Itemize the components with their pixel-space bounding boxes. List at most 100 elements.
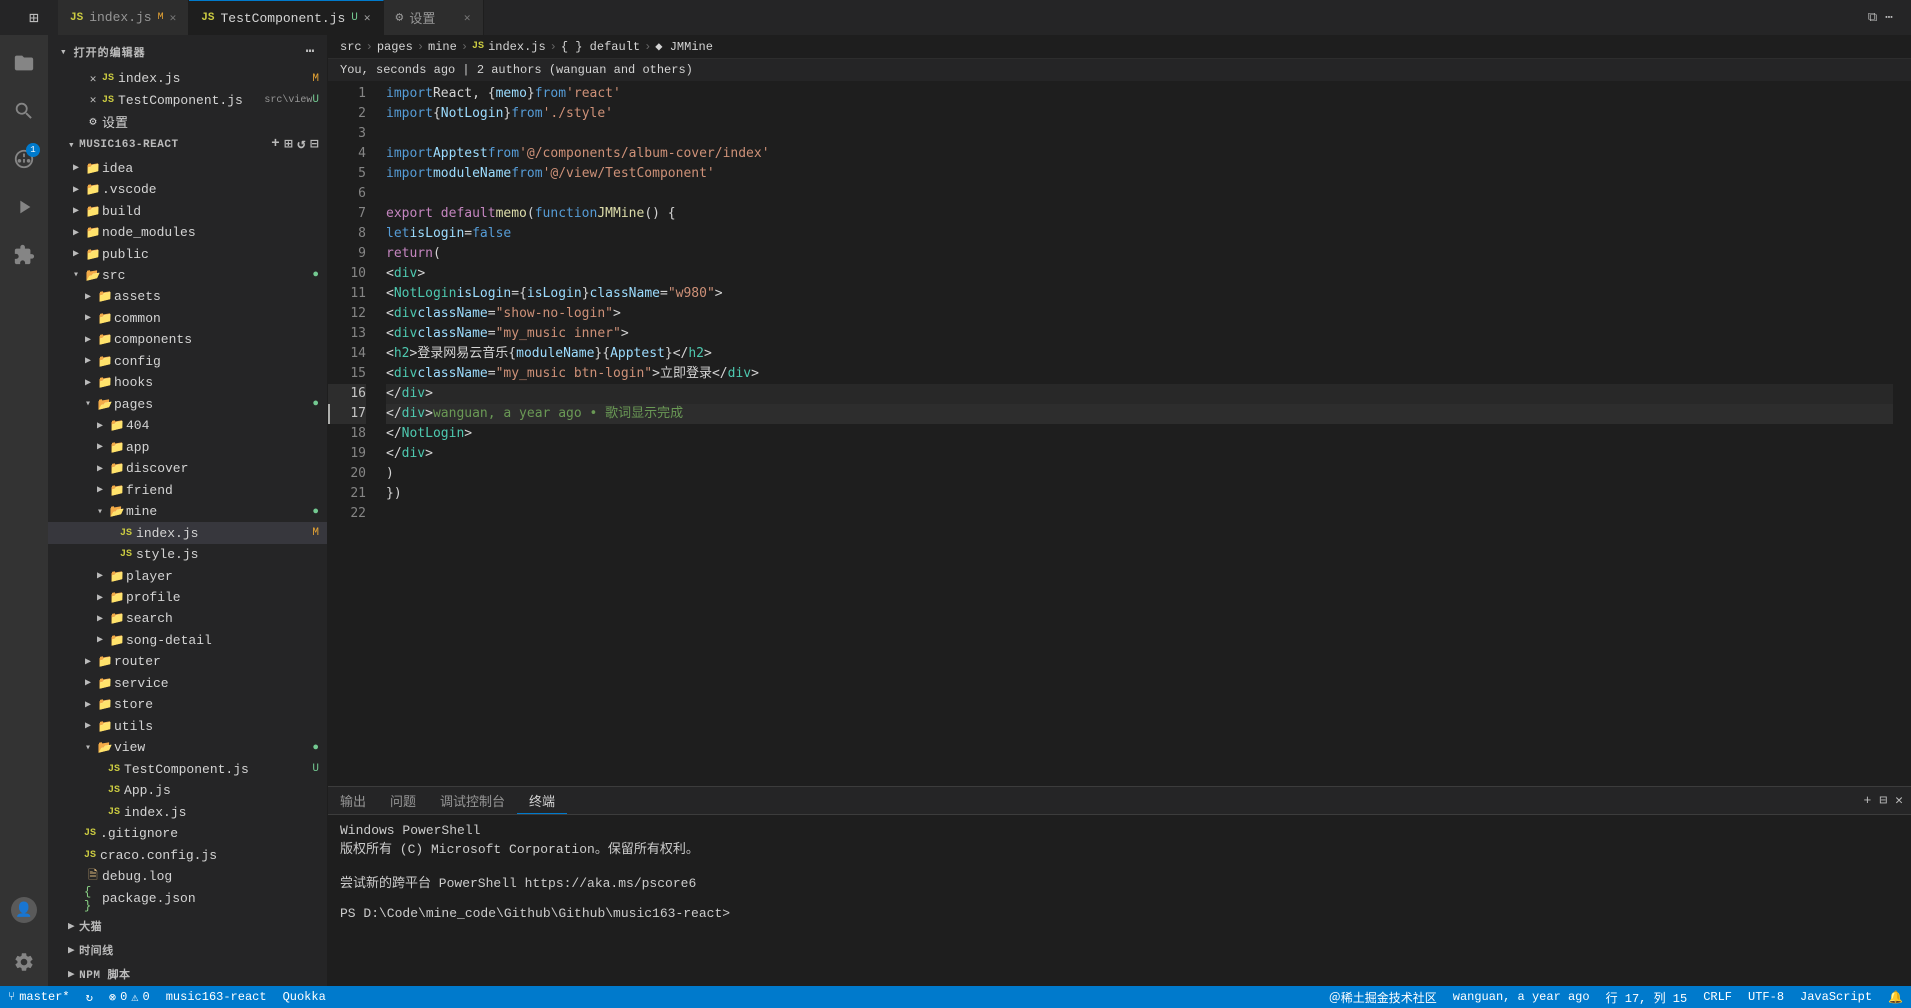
terminal-tab-debug[interactable]: 调试控制台 (428, 787, 517, 814)
project-root-header[interactable]: ▾ MUSIC163-REACT + ⊞ ↺ ⊟ (48, 132, 327, 157)
tree-item-assets[interactable]: ▶ 📁 assets (48, 286, 327, 307)
tree-item-song-detail[interactable]: ▶ 📁 song-detail (48, 630, 327, 651)
status-branch[interactable]: ⑂ master* (0, 986, 78, 1008)
breadcrumb-mine[interactable]: mine (428, 40, 457, 54)
tree-item-gitignore[interactable]: JS .gitignore (48, 823, 327, 844)
activity-run[interactable] (0, 183, 48, 231)
da-mao-header[interactable]: ▶ 大猫 (48, 914, 327, 938)
tree-item-store[interactable]: ▶ 📁 store (48, 694, 327, 715)
tree-item-mine-style[interactable]: JS style.js (48, 544, 327, 565)
warning-count: 0 (143, 990, 150, 1004)
tree-item-mine-index[interactable]: JS index.js M (48, 522, 327, 543)
tree-item-common[interactable]: ▶ 📁 common (48, 308, 327, 329)
tree-item-friend[interactable]: ▶ 📁 friend (48, 479, 327, 500)
tree-item-discover[interactable]: ▶ 📁 discover (48, 458, 327, 479)
tree-item-hooks[interactable]: ▶ 📁 hooks (48, 372, 327, 393)
tree-item-public[interactable]: ▶ 📁 public (48, 243, 327, 264)
more-actions-icon[interactable]: ⋯ (1885, 10, 1893, 25)
tree-item-build[interactable]: ▶ 📁 build (48, 200, 327, 221)
activity-explorer[interactable] (0, 39, 48, 87)
tree-item-src[interactable]: ▾ 📂 src ● (48, 265, 327, 286)
folder-icon-player: 📁 (108, 569, 126, 584)
folder-icon-idea: 📁 (84, 161, 102, 176)
status-errors[interactable]: ⊗ 0 ⚠ 0 (101, 986, 158, 1008)
tree-item-idea[interactable]: ▶ 📁 idea (48, 157, 327, 178)
tree-item-404[interactable]: ▶ 📁 404 (48, 415, 327, 436)
code-line-21: }) (386, 484, 1893, 504)
terminal-split-icon[interactable]: ⊟ (1879, 793, 1887, 808)
tree-item-mine[interactable]: ▾ 📂 mine ● (48, 501, 327, 522)
mine-dot-badge: ● (312, 506, 319, 518)
breadcrumb-default[interactable]: { } default (561, 40, 640, 54)
status-quokka[interactable]: Quokka (275, 986, 334, 1008)
tab-close-button-3[interactable]: ✕ (464, 11, 471, 25)
tab-close-button[interactable]: ✕ (170, 11, 177, 25)
new-file-icon[interactable]: + (271, 136, 280, 153)
tree-item-router[interactable]: ▶ 📁 router (48, 651, 327, 672)
npm-scripts-header[interactable]: ▶ NPM 脚本 (48, 962, 327, 986)
tree-item-node-modules[interactable]: ▶ 📁 node_modules (48, 222, 327, 243)
tab-index-js[interactable]: JS index.js M ✕ (58, 0, 189, 35)
terminal-tab-terminal[interactable]: 终端 (517, 787, 567, 814)
folder-icon-pages: 📂 (96, 397, 114, 412)
label-mine: mine (126, 504, 312, 519)
terminal-tab-output[interactable]: 输出 (328, 787, 378, 814)
tree-item-profile[interactable]: ▶ 📁 profile (48, 587, 327, 608)
arrow-build: ▶ (68, 205, 84, 217)
breadcrumb-pages[interactable]: pages (377, 40, 413, 54)
terminal-tab-problems[interactable]: 问题 (378, 787, 428, 814)
activity-avatar[interactable]: 👤 (0, 886, 48, 934)
terminal-close-icon[interactable]: ✕ (1895, 793, 1903, 808)
code-line-14: <h2>登录网易云音乐{moduleName}{Apptest}</h2> (386, 344, 1893, 364)
arrow-utils: ▶ (80, 720, 96, 732)
breadcrumb-src[interactable]: src (340, 40, 362, 54)
status-sync[interactable]: ↻ (78, 986, 101, 1008)
project-title: MUSIC163-REACT (79, 139, 178, 151)
label-node-modules: node_modules (102, 225, 327, 240)
breadcrumb-indexjs[interactable]: index.js (488, 40, 546, 54)
terminal-content[interactable]: Windows PowerShell 版权所有 (C) Microsoft Co… (328, 815, 1911, 986)
activity-extensions[interactable] (0, 231, 48, 279)
terminal-add-icon[interactable]: + (1864, 793, 1872, 808)
status-encoding[interactable]: UTF-8 (1740, 986, 1792, 1008)
tree-item-config[interactable]: ▶ 📁 config (48, 351, 327, 372)
tab-test-component[interactable]: JS TestComponent.js U ✕ (189, 0, 383, 35)
activity-search[interactable] (0, 87, 48, 135)
tree-item-components[interactable]: ▶ 📁 components (48, 329, 327, 350)
label-mine-index: index.js (136, 526, 312, 541)
folder-icon-build: 📁 (84, 204, 102, 219)
shi-jian-xian-header[interactable]: ▶ 时间线 (48, 938, 327, 962)
tab-label: index.js (89, 10, 151, 25)
tree-item-service[interactable]: ▶ 📁 service (48, 673, 327, 694)
tree-item-app-js[interactable]: JS App.js (48, 780, 327, 801)
split-editor-icon[interactable]: ⧉ (1868, 10, 1877, 25)
refresh-icon[interactable]: ↺ (297, 136, 306, 153)
tree-item-app[interactable]: ▶ 📁 app (48, 437, 327, 458)
status-position[interactable]: 行 17, 列 15 (1598, 986, 1696, 1008)
tab-settings[interactable]: ⚙ 设置 ✕ (384, 0, 484, 35)
settings-item[interactable]: ⚙ 设置 (48, 111, 327, 132)
open-file-index-js[interactable]: ✕ JS index.js M (48, 68, 327, 89)
tree-item-view[interactable]: ▾ 📂 view ● (48, 737, 327, 758)
status-crlf[interactable]: CRLF (1695, 986, 1740, 1008)
open-file-test-component[interactable]: ✕ JS TestComponent.js src\view U (48, 89, 327, 110)
tree-item-package-json[interactable]: { } package.json (48, 888, 327, 910)
activity-source-control[interactable]: 1 (0, 135, 48, 183)
tree-item-pages[interactable]: ▾ 📂 pages ● (48, 394, 327, 415)
tree-item-vscode[interactable]: ▶ 📁 .vscode (48, 179, 327, 200)
tree-item-craco[interactable]: JS craco.config.js (48, 844, 327, 865)
open-editors-menu[interactable]: ⋯ (306, 43, 315, 60)
status-notifications[interactable]: 🔔 (1880, 986, 1911, 1008)
tree-item-index-view[interactable]: JS index.js (48, 801, 327, 822)
tree-item-search[interactable]: ▶ 📁 search (48, 608, 327, 629)
collapse-icon[interactable]: ⊟ (310, 136, 319, 153)
new-folder-icon[interactable]: ⊞ (284, 136, 293, 153)
tree-item-utils[interactable]: ▶ 📁 utils (48, 716, 327, 737)
breadcrumb-jmmine[interactable]: ◆ JMMine (655, 39, 713, 54)
tree-item-test-component-view[interactable]: JS TestComponent.js U (48, 759, 327, 780)
tab-close-button-2[interactable]: ✕ (364, 11, 371, 25)
status-project[interactable]: music163-react (158, 986, 275, 1008)
activity-settings[interactable] (0, 938, 48, 986)
status-language[interactable]: JavaScript (1792, 986, 1880, 1008)
tree-item-player[interactable]: ▶ 📁 player (48, 565, 327, 586)
